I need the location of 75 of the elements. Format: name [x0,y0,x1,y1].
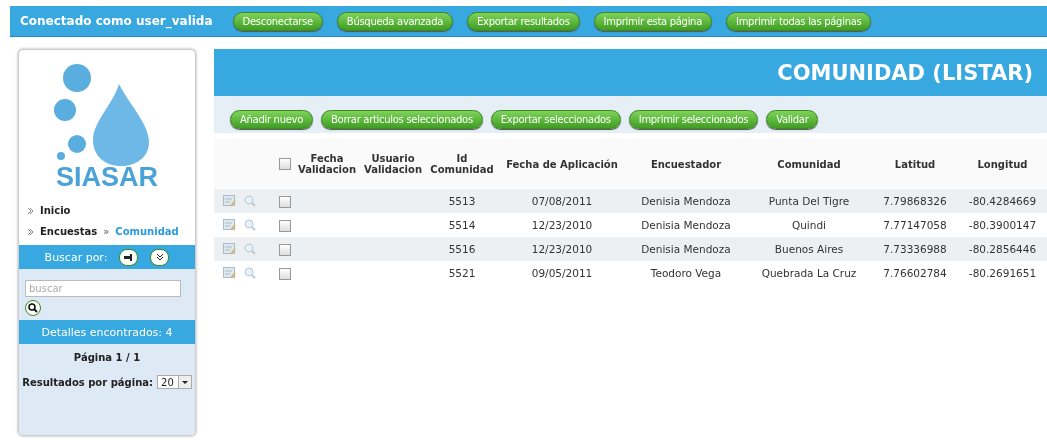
magnifier-icon[interactable] [244,219,256,231]
table-cell: -80.2856446 [968,243,1037,255]
checkbox[interactable] [279,158,291,170]
table-cell: 5513 [448,195,476,207]
page-indicator: Página 1 / 1 [73,352,141,363]
column-header: Id Comunidad [429,153,495,175]
table-cell: 12/23/2010 [531,243,593,255]
column-header: Latitud [894,158,936,170]
table-cell: 7.77147058 [883,219,947,231]
toolbar-button[interactable]: Imprimir esta página [593,11,712,31]
breadcrumb-separator: » [103,226,110,237]
table-cell: Quindi [791,219,827,231]
toolbar-button[interactable]: Imprimir todas las páginas [726,11,872,31]
checkbox[interactable] [279,195,291,208]
column-header: Usuario Validacion [362,153,423,175]
checkbox[interactable] [279,267,291,280]
toolbar-button[interactable]: Exportar resultados [467,11,580,31]
table-cell: 7.79868326 [883,195,947,207]
table-cell: 5516 [448,243,476,255]
action-button[interactable]: Añadir nuevo [230,110,313,129]
edit-note-icon[interactable] [223,195,236,207]
toolbar-button[interactable]: Búsqueda avanzada [336,11,454,31]
table-cell: -80.4284669 [968,195,1037,207]
action-button[interactable]: Exportar seleccionados [490,110,621,129]
magnifier-icon[interactable] [244,267,256,279]
filter-button[interactable] [119,248,139,266]
expand-button[interactable] [150,248,170,266]
table-cell: 07/08/2011 [531,195,593,207]
table-cell: Buenos Aires [774,243,844,255]
table-cell: 7.73336988 [883,243,947,255]
magnifier-icon[interactable] [244,243,256,255]
action-button[interactable]: Borrar articulos seleccionados [321,110,483,129]
edit-note-icon[interactable] [223,219,236,231]
edit-note-icon[interactable] [223,267,236,279]
magnifier-icon[interactable] [244,195,256,207]
per-page-label: Resultados por página: [22,376,153,388]
toolbar-button[interactable]: Desconectarse [232,11,323,31]
column-header: Longitud [977,158,1028,170]
breadcrumb-current[interactable]: Comunidad [115,226,179,237]
table-cell: 5521 [448,267,476,279]
chevron-icon [27,227,34,236]
search-label: Buscar por: [44,250,108,264]
table-cell: 09/05/2011 [531,267,593,279]
user-label: Conectado como user_valida [20,14,213,28]
table-cell: Quebrada La Cruz [761,267,857,279]
table-cell: -80.3900147 [968,219,1037,231]
table-cell: Punta Del Tigre [768,195,850,207]
nav-link[interactable]: Encuestas [40,226,98,237]
column-header: Comunidad [777,158,841,170]
plug-icon [124,253,134,261]
search-field[interactable]: buscar [25,280,181,297]
checkbox[interactable] [279,219,291,232]
action-button[interactable]: Validar [766,110,819,129]
search-button[interactable] [25,300,41,316]
table-cell: Denisia Mendoza [641,243,731,255]
table-cell: Denisia Mendoza [641,219,731,231]
double-chevron-down-icon [155,253,164,261]
logo-text: SIASAR [56,162,158,193]
table-cell: 7.76602784 [883,267,947,279]
nav-link[interactable]: Inicio [40,205,71,216]
table-cell: 12/23/2010 [531,219,593,231]
table-cell: Denisia Mendoza [641,195,731,207]
column-header: Encuestador [650,158,722,170]
table-cell: Teodoro Vega [650,267,722,279]
page-title: COMUNIDAD (LISTAR) [214,49,1047,96]
column-header: Fecha Validacion [296,153,357,175]
chevron-icon [27,206,34,215]
results-count: Detalles encontrados: 4 [19,320,195,344]
per-page-select[interactable]: 20 [157,375,192,389]
column-header: Fecha de Aplicación [506,158,618,170]
edit-note-icon[interactable] [223,243,236,255]
table-cell: 5514 [448,219,476,231]
checkbox[interactable] [279,243,291,256]
table-cell: -80.2691651 [968,267,1037,279]
action-button[interactable]: Imprimir seleccionados [628,110,759,129]
